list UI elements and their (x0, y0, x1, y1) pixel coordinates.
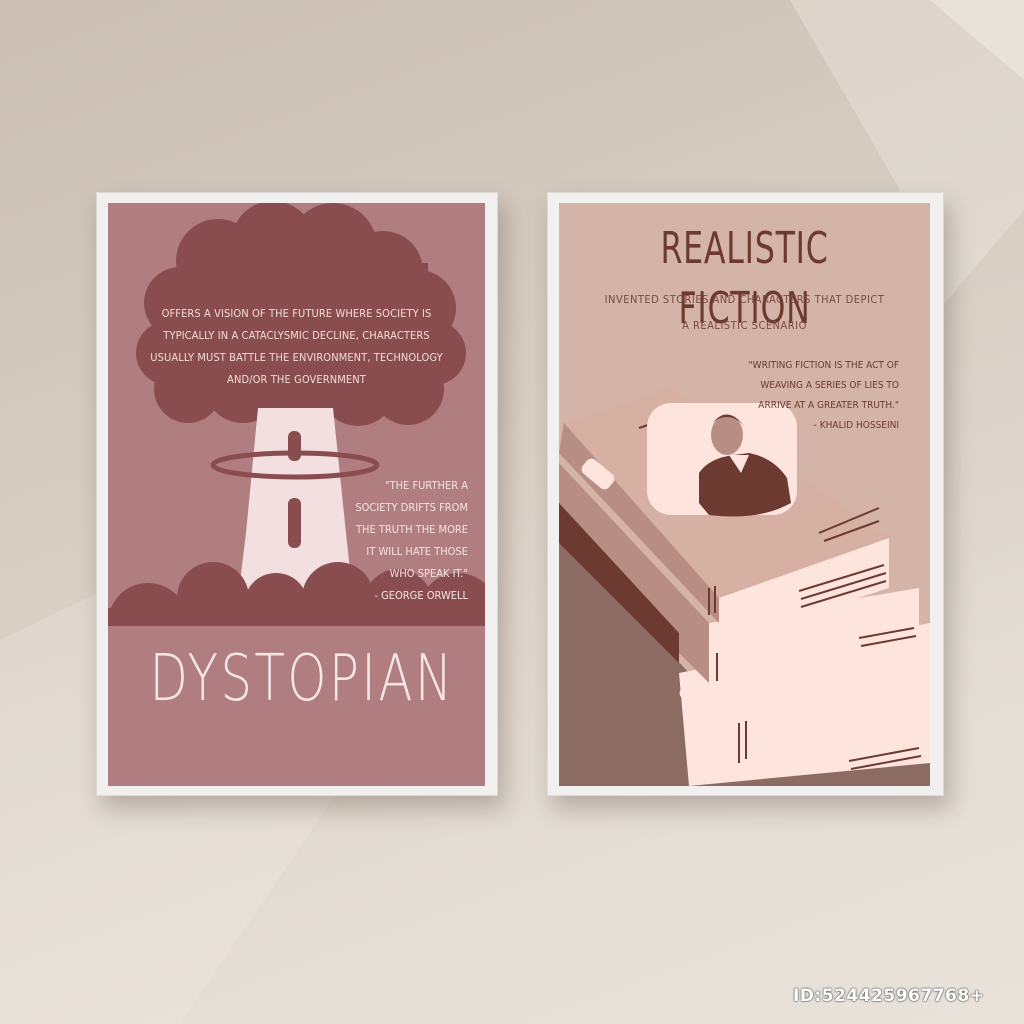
realistic-fiction-poster-frame: REALISTIC FICTION Invented stories and c… (547, 192, 944, 796)
realistic-fiction-quote-author: - Khalid Hosseini (813, 420, 899, 431)
dystopian-quote: "The further a society drifts from the t… (348, 475, 468, 607)
realistic-fiction-subtitle-line1: Invented stories and characters that dep… (604, 293, 885, 306)
realistic-fiction-quote-text: "Writing fiction is the act of weaving a… (748, 360, 899, 411)
realistic-fiction-quote: "Writing fiction is the act of weaving a… (739, 356, 899, 436)
id-watermark: ID:524425967768+ (793, 986, 985, 1006)
realistic-fiction-subtitle-line2: a realistic scenario (682, 319, 807, 332)
dystopian-title: DYSTOPIAN (149, 642, 455, 716)
dystopian-description: Offers a vision of the future where soci… (150, 307, 443, 386)
dystopian-quote-author: - George Orwell (374, 589, 468, 602)
realistic-fiction-subtitle: Invented stories and characters that dep… (559, 287, 930, 339)
dystopian-poster-frame: Offers a vision of the future where soci… (96, 192, 498, 796)
dystopian-poster: Offers a vision of the future where soci… (108, 203, 485, 786)
dystopian-quote-text: "The further a society drifts from the t… (355, 479, 468, 580)
realistic-fiction-poster: REALISTIC FICTION Invented stories and c… (559, 203, 930, 786)
